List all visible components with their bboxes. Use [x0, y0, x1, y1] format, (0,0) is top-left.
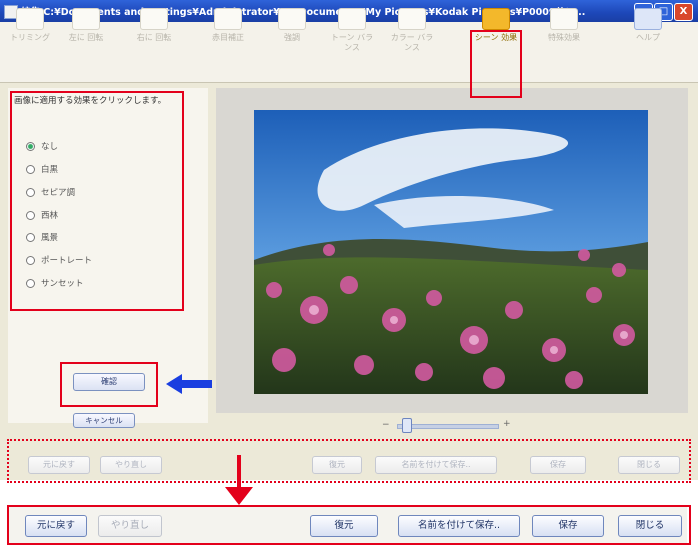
enhance-icon	[278, 8, 306, 30]
red-eye-tool-button[interactable]: 赤目補正	[204, 6, 252, 58]
annotation-effects-box	[10, 91, 184, 311]
close-button[interactable]: 閉じる	[618, 515, 682, 537]
tool-label: ヘルプ	[636, 33, 660, 42]
scene-effect-icon	[482, 8, 510, 30]
rotate-right-tool-button[interactable]: 右に 回転	[130, 6, 178, 58]
crop-icon	[16, 8, 44, 30]
zoom-slider-thumb[interactable]	[402, 418, 412, 433]
rotate-left-tool-button[interactable]: 左に 回転	[62, 6, 110, 58]
trim-tool-button[interactable]: トリミング	[6, 6, 54, 58]
zoom-in-icon[interactable]: +	[503, 419, 511, 429]
photo-preview	[254, 110, 648, 394]
tool-label: 強調	[284, 33, 300, 42]
cancel-button[interactable]: キャンセル	[73, 413, 135, 428]
tool-label: 左に 回転	[68, 33, 104, 42]
tool-label: 右に 回転	[136, 33, 172, 42]
rotate-left-icon	[72, 8, 100, 30]
help-icon	[634, 8, 662, 30]
restore-button[interactable]: 復元	[310, 515, 378, 537]
tool-label: トーン バランス	[330, 33, 374, 52]
zoom-slider[interactable]	[397, 424, 499, 429]
red-eye-icon	[214, 8, 242, 30]
save-button[interactable]: 保存	[532, 515, 604, 537]
red-down-arrow-icon	[225, 487, 253, 505]
tool-label: 赤目補正	[212, 33, 244, 42]
help-tool-button[interactable]: ヘルプ	[624, 6, 672, 58]
zoom-out-icon[interactable]: −	[382, 420, 390, 430]
tool-label: 特殊効果	[548, 33, 580, 42]
save-as-button[interactable]: 名前を付けて保存..	[398, 515, 520, 537]
enhance-tool-button[interactable]: 強調	[268, 6, 316, 58]
undo-button[interactable]: 元に戻す	[25, 515, 87, 537]
rotate-right-icon	[140, 8, 168, 30]
tone-balance-tool-button[interactable]: トーン バランス	[328, 6, 376, 58]
blue-arrow-icon	[166, 374, 212, 394]
color-balance-icon	[398, 8, 426, 30]
close-window-button[interactable]: X	[674, 3, 693, 21]
annotation-bottom-bar-box	[7, 439, 691, 483]
tone-balance-icon	[338, 8, 366, 30]
annotation-confirm-box	[60, 362, 158, 407]
special-effect-icon	[550, 8, 578, 30]
redo-button[interactable]: やり直し	[98, 515, 162, 537]
tool-label: トリミング	[10, 33, 50, 42]
color-balance-tool-button[interactable]: カラー バランス	[388, 6, 436, 58]
tool-label: カラー バランス	[390, 33, 434, 52]
annotation-scene-effect-box	[470, 30, 522, 98]
special-effect-tool-button[interactable]: 特殊効果	[540, 6, 588, 58]
